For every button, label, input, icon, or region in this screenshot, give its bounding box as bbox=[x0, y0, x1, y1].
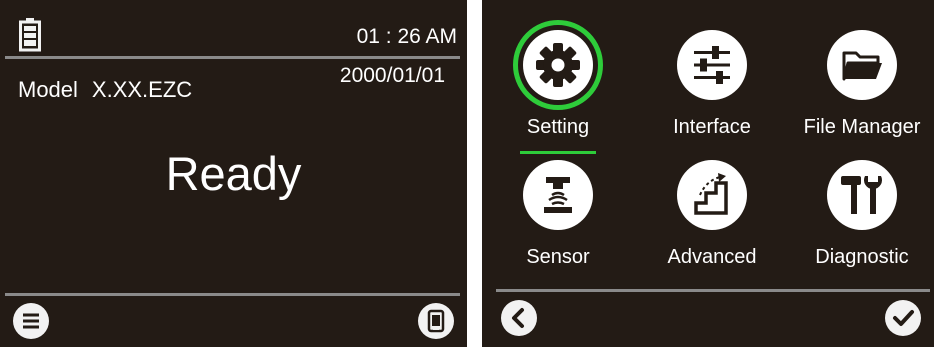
menu-item-interface[interactable]: Interface bbox=[637, 18, 787, 148]
menu-item-sensor[interactable]: Sensor bbox=[483, 148, 633, 278]
sensor-icon bbox=[523, 160, 593, 230]
stairs-icon bbox=[677, 160, 747, 230]
menu-item-file-manager[interactable]: File Manager bbox=[787, 18, 934, 148]
home-screen: 01 : 26 AM 2000/01/01 Model X.XX.EZC Read… bbox=[0, 0, 467, 347]
model-info: Model X.XX.EZC bbox=[18, 77, 192, 103]
menu-item-setting[interactable]: Setting bbox=[483, 18, 633, 154]
menu-item-label: Diagnostic bbox=[815, 246, 909, 268]
menu-icon bbox=[23, 313, 39, 329]
gear-icon bbox=[523, 30, 593, 100]
footer-divider bbox=[5, 293, 460, 296]
footer-divider bbox=[496, 289, 930, 292]
menu-item-advanced[interactable]: Advanced bbox=[637, 148, 787, 278]
menu-item-label: Setting bbox=[526, 116, 590, 138]
status-message: Ready bbox=[165, 147, 302, 200]
menu-button[interactable] bbox=[13, 303, 49, 339]
date-display: 2000/01/01 bbox=[339, 64, 445, 87]
clock-time: 01 : 26 AM bbox=[356, 25, 457, 48]
check-icon bbox=[893, 310, 914, 326]
confirm-button[interactable] bbox=[885, 300, 921, 336]
folder-icon bbox=[827, 30, 897, 100]
status-divider bbox=[5, 56, 460, 59]
menu-item-label: Interface bbox=[673, 116, 751, 138]
battery-icon bbox=[19, 18, 41, 52]
menu-item-label: Advanced bbox=[667, 246, 757, 268]
menu-item-diagnostic[interactable]: Diagnostic bbox=[787, 148, 934, 278]
back-button[interactable] bbox=[501, 300, 537, 336]
menu-screen: Setting Interface File Manager Sensor Ad… bbox=[482, 0, 934, 347]
tools-icon bbox=[827, 160, 897, 230]
model-value: X.XX.EZC bbox=[91, 77, 193, 102]
menu-item-label: Sensor bbox=[526, 246, 590, 268]
back-icon bbox=[512, 308, 524, 328]
device-icon bbox=[427, 309, 445, 333]
device-button[interactable] bbox=[418, 303, 454, 339]
model-label: Model bbox=[18, 77, 78, 102]
sliders-icon bbox=[677, 30, 747, 100]
menu-item-label: File Manager bbox=[803, 116, 921, 138]
